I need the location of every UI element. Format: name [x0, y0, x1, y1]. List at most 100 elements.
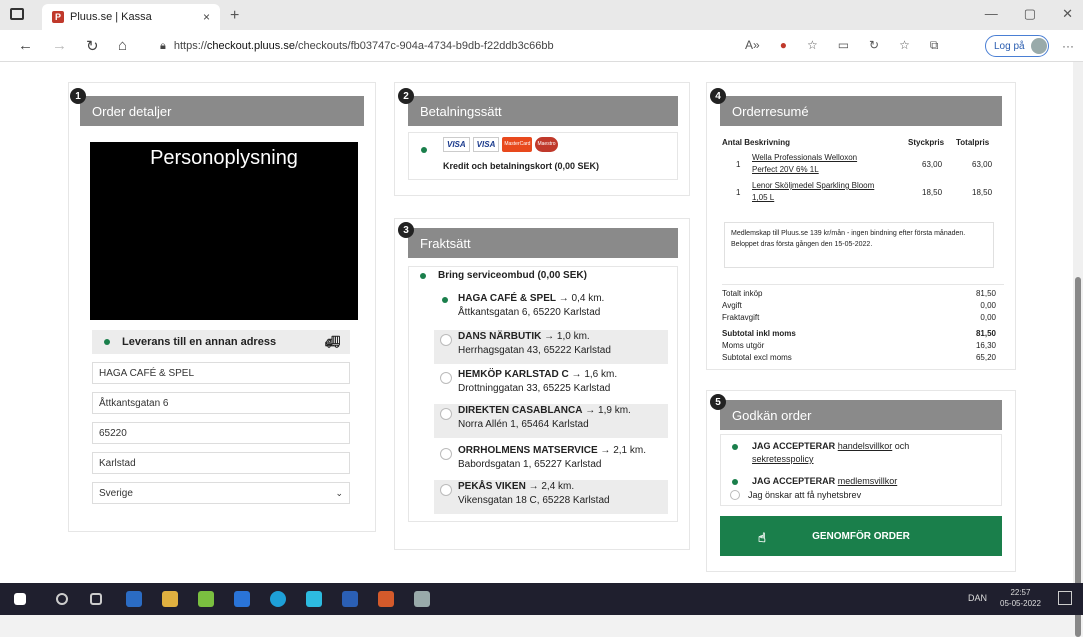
payment-option-label: Kredit och betalningskort (0,00 SEK) [443, 161, 600, 171]
item-desc[interactable]: Perfect 20V 6% 1L [752, 164, 819, 176]
favorites-icon[interactable]: ☆ [899, 38, 910, 53]
maximize-icon[interactable]: ▢ [1024, 6, 1036, 22]
card-payment-option[interactable]: VISA VISA MasterCard Maestro Kredit och … [408, 132, 678, 180]
newsletter-option[interactable]: Jag önskar att få nyhetsbrev [730, 490, 861, 500]
refresh-icon[interactable]: ↻ [86, 37, 99, 55]
ie-icon[interactable] [234, 591, 250, 607]
pickup-address: Åttkantsgatan 6, 65220 Karlstad [458, 307, 601, 318]
pickup-point-option[interactable]: HEMKÖP KARLSTAD C → 1,6 km. Drottninggat… [434, 368, 668, 402]
total-value: 81,50 [975, 289, 996, 298]
start-icon[interactable] [14, 593, 26, 605]
summary-divider [722, 284, 1004, 285]
pickup-point-option[interactable]: PEKÅS VIKEN → 2,4 km. Vikensgatan 18 C, … [434, 480, 668, 514]
pickup-address: Norra Allén 1, 65464 Karlstad [458, 419, 589, 430]
total-row: Fraktavgift 0,00 [722, 312, 996, 324]
refresh-ext-icon[interactable]: ↻ [869, 38, 879, 53]
language-indicator[interactable]: DAN [968, 593, 987, 603]
pickup-name: PEKÅS VIKEN [458, 481, 526, 492]
item-desc[interactable]: 1,05 L [752, 192, 774, 204]
arrow-icon: → [528, 481, 539, 492]
street-field[interactable]: Åttkantsgatan 6 [92, 392, 350, 414]
collections-icon[interactable]: ⧉ [930, 38, 939, 53]
total-row: Subtotal excl moms 65,20 [722, 352, 996, 364]
selected-dot-icon [442, 297, 448, 303]
pickup-distance: 2,1 km. [613, 445, 646, 456]
new-tab-button[interactable]: + [230, 7, 239, 25]
file-explorer-icon[interactable] [162, 591, 178, 607]
name-field[interactable]: HAGA CAFÉ & SPEL [92, 362, 350, 384]
skype-icon[interactable] [306, 591, 322, 607]
visa-logo: VISA [443, 137, 470, 152]
delivery-other-address-option[interactable]: Leverans till en annan adress 🚚︎ [92, 330, 350, 354]
membership-note: Medlemskap till Pluus.se 139 kr/mån - in… [724, 222, 994, 268]
payment-heading: Betalningssätt [408, 96, 678, 126]
app-icon[interactable] [414, 591, 430, 607]
window-controls: — ▢ ✕ [985, 6, 1073, 22]
radio-icon [440, 372, 452, 384]
tab-close-icon[interactable]: × [203, 10, 210, 24]
terms-link[interactable]: handelsvillkor [838, 441, 893, 451]
arrow-icon: → [558, 293, 569, 304]
order-details-heading: Order detaljer [80, 96, 364, 126]
url-field[interactable]: 🔒︎ https://checkout.pluus.se/checkouts/f… [160, 34, 740, 58]
pickup-point-option[interactable]: DANS NÄRBUTIK → 1,0 km. Herrhagsgatan 43… [434, 330, 668, 364]
arrow-icon: → [571, 369, 582, 380]
outlook-icon[interactable] [126, 591, 142, 607]
membership-terms-link[interactable]: medlemsvillkor [838, 476, 898, 486]
radio-icon [440, 448, 452, 460]
submit-order-button[interactable]: ☝︎ GENOMFÖR ORDER [720, 516, 1002, 556]
country-value: Sverige [99, 487, 133, 499]
forward-icon[interactable]: → [52, 37, 67, 54]
total-label: Moms utgör [722, 341, 765, 350]
more-menu-icon[interactable]: ··· [1062, 39, 1074, 53]
window-menu-icon[interactable] [10, 8, 24, 20]
city-field[interactable]: Karlstad [92, 452, 350, 474]
browser-tab[interactable]: P Pluus.se | Kassa × [42, 4, 220, 30]
total-label: Fraktavgift [722, 313, 760, 322]
url-prefix: https:// [173, 40, 207, 52]
item-unit: 18,50 [922, 188, 943, 197]
search-icon[interactable] [56, 593, 68, 605]
summary-row: 1 Lenor Sköljmedel Sparkling Bloom 1,05 … [722, 180, 1004, 206]
powerpoint-icon[interactable] [378, 591, 394, 607]
item-unit: 63,00 [922, 160, 943, 169]
close-window-icon[interactable]: ✕ [1062, 6, 1073, 22]
split-screen-icon[interactable]: ▭ [838, 38, 849, 53]
delivery-label: Leverans till en annan adress [122, 336, 277, 348]
pickup-name: ORRHOLMENS MATSERVICE [458, 445, 598, 456]
newsletter-checkbox[interactable] [730, 490, 740, 500]
url-host: checkout.pluus.se [206, 40, 295, 52]
total-value: 16,30 [975, 341, 996, 350]
browser-tab-bar: P Pluus.se | Kassa × + — ▢ ✕ [0, 0, 1083, 30]
clock[interactable]: 22:57 05-05-2022 [1000, 587, 1041, 609]
app-icon[interactable] [198, 591, 214, 607]
zip-field[interactable]: 65220 [92, 422, 350, 444]
country-select[interactable]: Sverige ⌄ [92, 482, 350, 504]
login-button[interactable]: Log på [985, 35, 1049, 57]
item-desc[interactable]: Lenor Sköljmedel Sparkling Bloom [752, 180, 874, 192]
total-label: Subtotal inkl moms [722, 329, 796, 338]
privacy-link[interactable]: sekretesspolicy [752, 454, 814, 464]
home-icon[interactable]: ⌂ [118, 37, 127, 54]
page-scrollbar[interactable] [1073, 62, 1083, 637]
word-icon[interactable] [342, 591, 358, 607]
accept-label: JAG ACCEPTERAR [752, 476, 836, 486]
pickup-point-option[interactable]: ORRHOLMENS MATSERVICE → 2,1 km. Babordsg… [434, 444, 668, 478]
read-aloud-icon[interactable]: A» [745, 38, 760, 53]
maestro-logo: Maestro [535, 137, 558, 152]
tab-title: Pluus.se | Kassa [70, 11, 152, 23]
summary-heading: Orderresumé [720, 96, 1002, 126]
tracking-icon[interactable]: ● [780, 38, 787, 53]
item-qty: 1 [736, 160, 741, 169]
edge-icon[interactable] [270, 591, 286, 607]
pickup-point-option[interactable]: HAGA CAFÉ & SPEL → 0,4 km. Åttkantsgatan… [434, 292, 668, 326]
item-total: 63,00 [972, 160, 993, 169]
minimize-icon[interactable]: — [985, 6, 998, 22]
item-desc[interactable]: Wella Professionals Welloxon [752, 152, 857, 164]
notifications-icon[interactable] [1058, 591, 1072, 605]
favorite-star-icon[interactable]: ☆ [807, 38, 818, 53]
carrier-option[interactable]: Bring serviceombud (0,00 SEK) [420, 270, 587, 281]
task-view-icon[interactable] [90, 593, 102, 605]
pickup-point-option[interactable]: DIREKTEN CASABLANCA → 1,9 km. Norra Allé… [434, 404, 668, 438]
back-icon[interactable]: ← [18, 37, 33, 54]
